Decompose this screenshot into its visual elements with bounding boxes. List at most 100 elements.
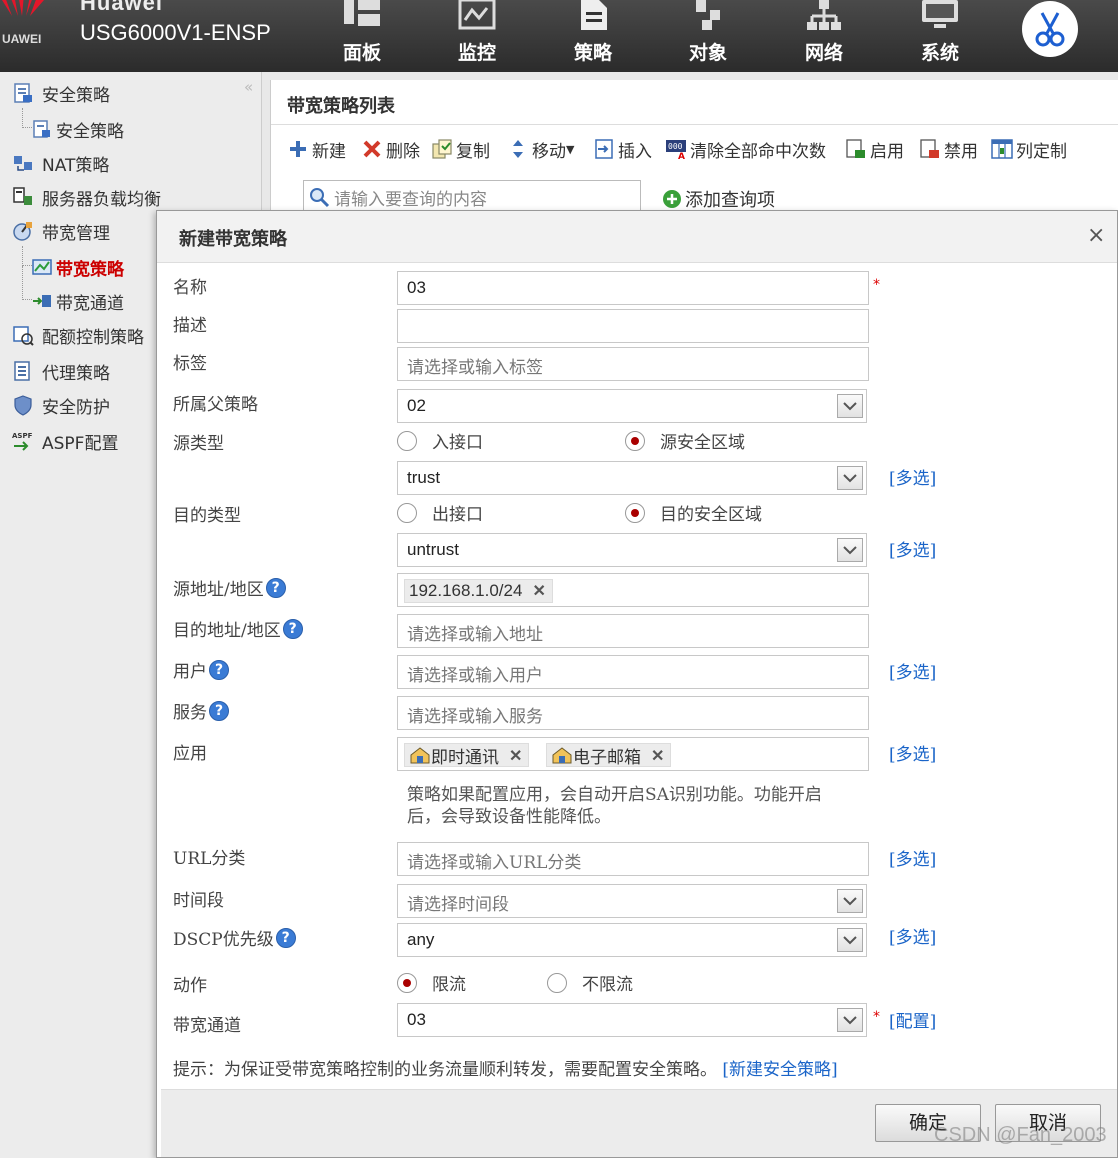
help-icon[interactable]: ? <box>209 659 229 680</box>
bandwidth-channel-select[interactable]: 03 <box>397 1003 867 1037</box>
user-multi-select-link[interactable]: [多选] <box>889 658 936 683</box>
dashboard-icon <box>344 0 380 26</box>
nav-dashboard[interactable]: 面板 <box>322 0 402 72</box>
chevron-down-icon[interactable] <box>837 889 863 913</box>
move-button[interactable]: 移动 ▼ <box>507 136 574 162</box>
chevron-down-icon: ▼ <box>566 142 575 156</box>
tag-text: 电子邮箱 <box>573 747 641 768</box>
column-custom-button[interactable]: 列定制 <box>991 136 1067 162</box>
remove-tag-icon[interactable]: ✕ <box>509 746 522 765</box>
application-multi-select-link[interactable]: [多选] <box>889 740 936 765</box>
nav-monitor[interactable]: 监控 <box>437 0 517 72</box>
dscp-multi-select-link[interactable]: [多选] <box>889 923 936 948</box>
new-label: 新建 <box>312 141 346 162</box>
time-range-placeholder: 请选择时间段 <box>407 895 509 915</box>
sidebar-item-label: ASPF配置 <box>42 433 119 454</box>
url-category-field[interactable]: 请选择或输入URL分类 <box>397 842 869 876</box>
collapse-sidebar-button[interactable]: « <box>244 78 253 96</box>
new-bandwidth-policy-dialog: 新建带宽策略 × 名称 03 * 描述 标签 请选择或输入标签 所属父策略 02… <box>156 210 1118 1158</box>
nav-system[interactable]: 系统 <box>900 0 980 72</box>
radio-destination-zone[interactable]: 目的安全区域 <box>625 500 762 525</box>
source-zone-select[interactable]: trust <box>397 461 867 495</box>
sidebar-item-security-policy[interactable]: 安全策略 <box>12 78 110 108</box>
radio-circle <box>397 430 417 451</box>
sidebar-item-quota[interactable]: 配额控制策略 <box>12 320 144 350</box>
app-logo-button[interactable] <box>1022 1 1078 57</box>
radio-ingress-interface[interactable]: 入接口 <box>397 428 483 453</box>
destination-address-placeholder: 请选择或输入地址 <box>407 625 543 645</box>
app-house-icon <box>410 747 430 764</box>
description-field[interactable] <box>397 309 869 343</box>
nav-network[interactable]: 网络 <box>784 0 864 72</box>
chevron-down-icon[interactable] <box>837 928 863 952</box>
nav-object[interactable]: 对象 <box>668 0 748 72</box>
chevron-down-icon[interactable] <box>837 1008 863 1032</box>
insert-button[interactable]: 插入 <box>593 136 652 162</box>
source-address-field[interactable]: 192.168.1.0/24 ✕ <box>397 573 869 607</box>
sidebar-item-proxy[interactable]: 代理策略 <box>12 356 110 386</box>
sidebar-item-label: 带宽管理 <box>42 223 110 244</box>
top-bar: Huawei UAWEI USG6000V1-ENSP 面板 监控 策略 对象 … <box>0 0 1118 72</box>
sidebar-item-security-policy-sub[interactable]: 安全策略 <box>32 114 124 144</box>
search-input[interactable]: 请输入要查询的内容 <box>303 180 641 214</box>
sidebar-item-bandwidth[interactable]: 带宽管理 <box>12 216 110 246</box>
application-note: 策略如果配置应用，会自动开启SA识别功能。功能开启后，会导致设备性能降低。 <box>407 785 822 827</box>
nav-label: 策略 <box>573 42 612 64</box>
sidebar-item-load-balance[interactable]: 服务器负载均衡 <box>12 182 161 212</box>
help-icon[interactable]: ? <box>209 700 229 721</box>
radio-no-limit[interactable]: 不限流 <box>547 970 633 995</box>
chevron-down-icon[interactable] <box>837 466 863 490</box>
copy-button[interactable]: 复制 <box>431 136 490 162</box>
service-field[interactable]: 请选择或输入服务 <box>397 696 869 730</box>
delete-button[interactable]: 删除 <box>361 136 420 162</box>
destination-address-field[interactable]: 请选择或输入地址 <box>397 614 869 648</box>
radio-source-zone[interactable]: 源安全区域 <box>625 428 745 453</box>
sidebar-item-nat-policy[interactable]: NAT策略 <box>12 148 109 178</box>
svg-text:A: A <box>678 152 685 160</box>
watermark: CSDN @Fan_2003 <box>934 1124 1107 1146</box>
nav-policy[interactable]: 策略 <box>553 0 633 72</box>
close-icon[interactable]: × <box>1087 223 1105 248</box>
chevron-down-icon[interactable] <box>837 394 863 418</box>
new-button[interactable]: 新建 <box>287 136 346 162</box>
clear-hit-count-button[interactable]: 000 A 清除全部命中次数 <box>665 136 826 162</box>
radio-egress-interface[interactable]: 出接口 <box>397 500 483 525</box>
sidebar-item-aspf[interactable]: ASPF ASPF配置 <box>12 426 118 456</box>
remove-tag-icon[interactable]: ✕ <box>651 746 664 765</box>
dscp-select[interactable]: any <box>397 923 867 957</box>
new-security-policy-link[interactable]: [新建安全策略] <box>722 1060 837 1080</box>
tree-connector <box>22 266 32 300</box>
url-multi-select-link[interactable]: [多选] <box>889 845 936 870</box>
bandwidth-policy-icon <box>32 259 52 275</box>
user-field[interactable]: 请选择或输入用户 <box>397 655 869 689</box>
radio-label: 出接口 <box>432 505 483 525</box>
disable-button[interactable]: 禁用 <box>919 136 978 162</box>
time-range-select[interactable]: 请选择时间段 <box>397 884 867 918</box>
required-mark: * <box>873 277 880 293</box>
destination-zone-multi-select-link[interactable]: [多选] <box>889 536 936 561</box>
nav-label: 监控 <box>457 42 496 64</box>
parent-policy-select[interactable]: 02 <box>397 389 867 423</box>
add-query-button[interactable]: 添加查询项 <box>661 186 775 212</box>
chevron-down-icon[interactable] <box>837 538 863 562</box>
source-zone-multi-select-link[interactable]: [多选] <box>889 464 936 489</box>
copy-label: 复制 <box>456 141 490 162</box>
remove-tag-icon[interactable]: ✕ <box>532 581 545 601</box>
name-field[interactable]: 03 <box>397 271 869 305</box>
destination-zone-select[interactable]: untrust <box>397 533 867 567</box>
enable-button[interactable]: 启用 <box>845 136 904 162</box>
application-field[interactable]: 即时通讯 ✕ 电子邮箱 ✕ <box>397 737 869 771</box>
sidebar-item-bandwidth-channel[interactable]: 带宽通道 <box>32 286 124 316</box>
help-icon[interactable]: ? <box>265 577 286 598</box>
radio-limit-rate[interactable]: 限流 <box>397 970 466 995</box>
application-tag: 电子邮箱 ✕ <box>546 743 672 768</box>
source-type-label: 源类型 <box>173 434 224 454</box>
help-icon[interactable]: ? <box>275 927 296 948</box>
configure-channel-link[interactable]: [配置] <box>889 1007 936 1032</box>
application-label: 应用 <box>173 744 207 764</box>
tag-field[interactable]: 请选择或输入标签 <box>397 347 869 381</box>
help-icon[interactable]: ? <box>282 618 303 639</box>
parent-policy-label: 所属父策略 <box>173 395 258 415</box>
sidebar-item-security-protection[interactable]: 安全防护 <box>12 390 110 420</box>
sidebar-item-bandwidth-policy[interactable]: 带宽策略 <box>32 252 124 282</box>
